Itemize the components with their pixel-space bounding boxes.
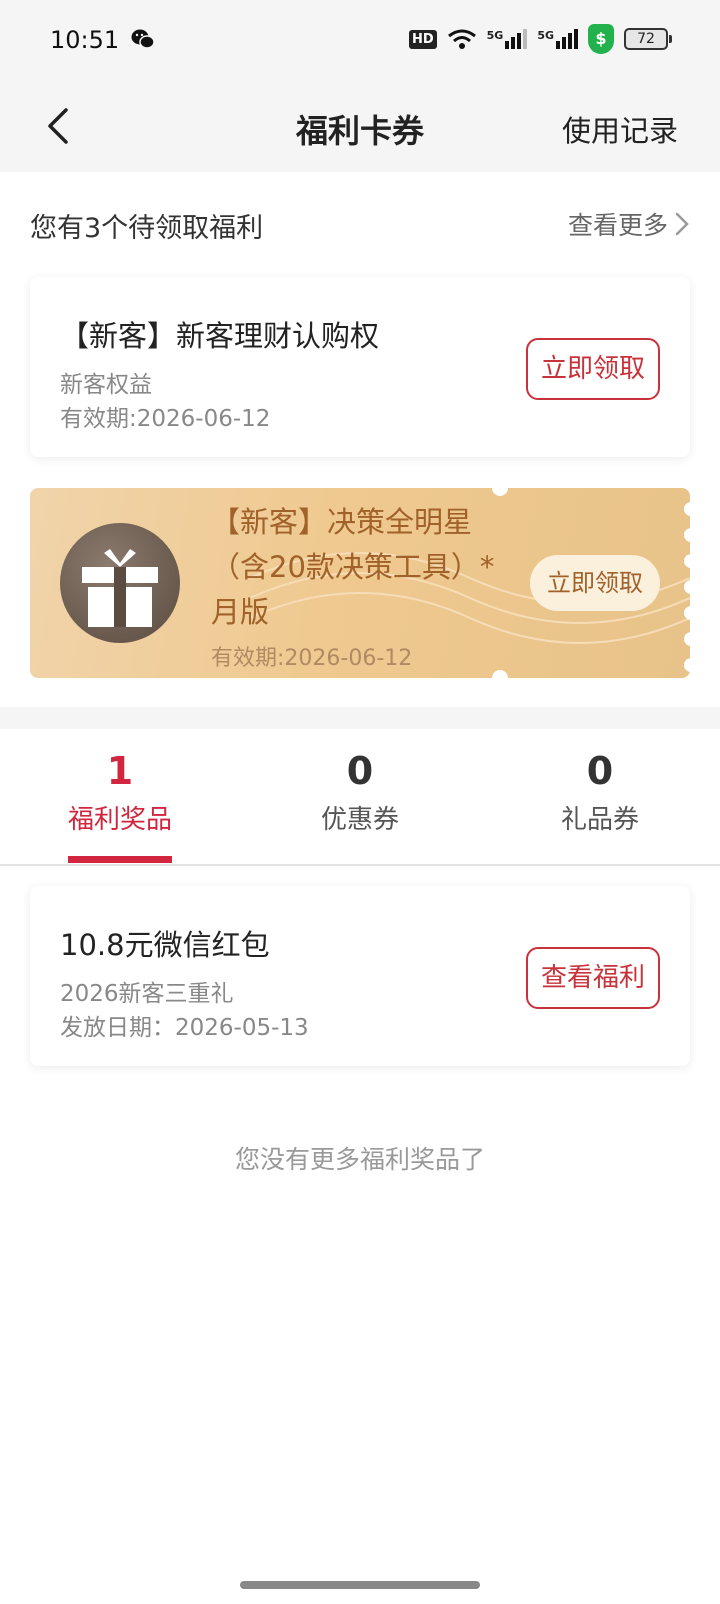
- network-type-label: 5G: [486, 29, 504, 42]
- prize-subtitle: 2026新客三重礼: [60, 981, 234, 1007]
- chevron-right-icon: [675, 212, 689, 236]
- gift-icon: [60, 523, 180, 643]
- status-time: 10:51: [50, 26, 120, 54]
- tab-bar: 1 福利奖品 0 优惠券 0 礼品券: [0, 729, 720, 865]
- active-tab-indicator: [68, 856, 172, 863]
- claim-button-2[interactable]: 立即领取: [530, 555, 660, 611]
- signal-5g-icon-2: 5G: [537, 29, 578, 49]
- tab-gift-vouchers[interactable]: 0 礼品券: [500, 749, 700, 836]
- battery-icon: 72: [624, 28, 672, 50]
- usage-record-link[interactable]: 使用记录: [562, 108, 678, 150]
- prize-issue-date: 发放日期：2026-05-13: [60, 1015, 309, 1041]
- status-bar: 10:51 HD 5G 5G $ 72: [0, 0, 720, 84]
- claim-button[interactable]: 立即领取: [526, 338, 660, 400]
- benefit-subtitle: 新客权益: [60, 372, 152, 398]
- tab-count: 1: [106, 749, 134, 793]
- hd-icon: HD: [408, 29, 437, 49]
- see-more-label: 查看更多: [567, 211, 668, 240]
- see-more-link[interactable]: 查看更多: [568, 206, 690, 242]
- nav-bar: 福利卡券 使用记录: [0, 84, 720, 172]
- tab-label: 礼品券: [560, 805, 639, 835]
- tab-label: 福利奖品: [67, 805, 172, 835]
- signal-5g-icon: 5G: [487, 29, 528, 49]
- prize-title: 10.8元微信红包: [60, 928, 270, 962]
- coupon-title: 【新客】决策全明星（含20款决策工具）*月版: [211, 505, 495, 629]
- tab-count: 0: [586, 749, 614, 793]
- status-icons: HD 5G 5G $ 72: [408, 24, 672, 54]
- benefit-title: 【新客】新客理财认购权: [60, 319, 380, 353]
- benefit-validity: 有效期:2026-06-12: [60, 406, 271, 432]
- tabs-divider: [0, 864, 720, 866]
- coupon-validity: 有效期:2026-06-12: [211, 646, 413, 671]
- tab-count: 0: [346, 749, 374, 793]
- tab-label: 优惠券: [320, 805, 399, 835]
- view-benefit-button[interactable]: 查看福利: [526, 947, 660, 1009]
- benefit-card: 【新客】新客理财认购权 新客权益 有效期:2026-06-12 立即领取: [30, 277, 690, 457]
- pending-header: 您有3个待领取福利 查看更多: [30, 200, 690, 248]
- prize-card: 10.8元微信红包 2026新客三重礼 发放日期：2026-05-13 查看福利: [30, 886, 690, 1066]
- pending-title: 您有3个待领取福利: [30, 213, 264, 244]
- section-divider: [0, 707, 720, 729]
- wifi-icon: [447, 29, 476, 49]
- network-type-label-2: 5G: [537, 29, 554, 42]
- tab-coupons[interactable]: 0 优惠券: [260, 749, 460, 836]
- security-shield-icon: $: [588, 24, 614, 54]
- tab-prizes[interactable]: 1 福利奖品: [20, 749, 220, 836]
- wechat-icon: [131, 28, 155, 54]
- no-more-text: 您没有更多福利奖品了: [234, 1145, 485, 1174]
- coupon-card: 【新客】决策全明星（含20款决策工具）*月版 有效期:2026-06-12 立即…: [30, 488, 690, 678]
- home-indicator[interactable]: [240, 1581, 480, 1589]
